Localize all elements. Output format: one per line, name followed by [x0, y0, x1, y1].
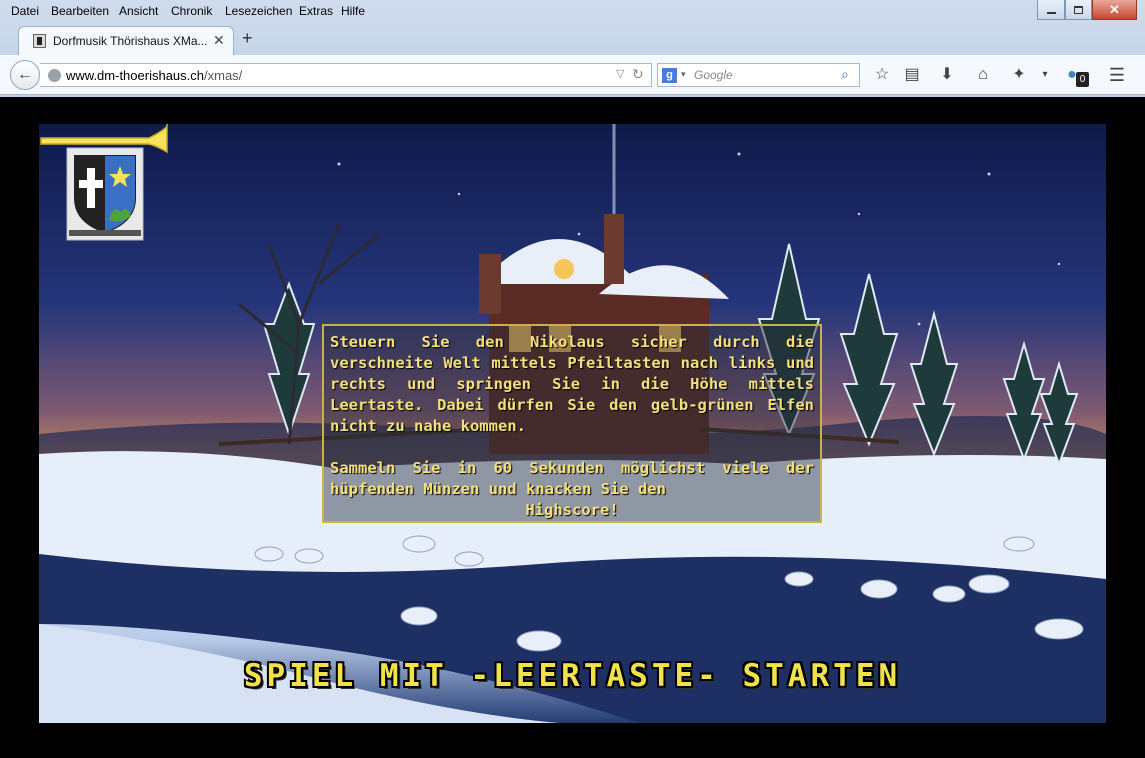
menu-ansicht[interactable]: Ansicht — [119, 4, 158, 18]
extension-dropdown-icon[interactable]: ▾ — [1033, 64, 1057, 86]
menu-bearbeiten[interactable]: Bearbeiten — [51, 4, 109, 18]
minimize-icon — [1046, 11, 1056, 14]
downloads-icon[interactable]: ⬇ — [935, 64, 959, 86]
search-bar[interactable]: g ▾ Google ⌕ — [657, 63, 860, 87]
maximize-button[interactable] — [1065, 0, 1092, 20]
close-button[interactable]: ✕ — [1092, 0, 1137, 20]
menu-chronik[interactable]: Chronik — [171, 4, 212, 18]
menu-hilfe[interactable]: Hilfe — [341, 4, 365, 18]
bookmarks-list-icon[interactable]: ▤ — [900, 64, 924, 86]
tab-title: Dorfmusik Thörishaus XMa... — [53, 34, 208, 48]
search-icon[interactable]: ⌕ — [841, 66, 849, 83]
menu-lesezeichen[interactable]: Lesezeichen — [225, 4, 292, 18]
globe-icon — [48, 69, 61, 82]
url-bar[interactable]: www.dm-thoerishaus.ch/xmas/ ▽ ↻ — [40, 63, 652, 87]
site-favicon-icon — [33, 34, 46, 48]
tab-strip: Dorfmusik Thörishaus XMa... ✕ + — [0, 24, 1145, 55]
close-icon: ✕ — [1109, 1, 1120, 17]
url-text: www.dm-thoerishaus.ch/xmas/ — [66, 68, 242, 83]
minimize-button[interactable] — [1037, 0, 1065, 20]
url-host: www.dm-thoerishaus.ch — [66, 68, 204, 83]
instructions-text-1: Steuern Sie den Nikolaus sicher durch di… — [330, 333, 814, 435]
start-game-prompt: SPIEL MIT -LEERTASTE- STARTEN — [243, 658, 902, 694]
page-content: Steuern Sie den Nikolaus sicher durch di… — [7, 97, 1138, 758]
new-tab-button[interactable]: + — [242, 28, 253, 49]
search-placeholder: Google — [694, 68, 733, 82]
instructions-box: Steuern Sie den Nikolaus sicher durch di… — [322, 324, 822, 523]
google-engine-icon[interactable]: g — [662, 68, 677, 83]
engine-dropdown-icon[interactable]: ▾ — [681, 69, 686, 80]
game-canvas[interactable]: Steuern Sie den Nikolaus sicher durch di… — [39, 124, 1106, 723]
bookmark-star-icon[interactable]: ☆ — [870, 64, 894, 86]
reload-icon[interactable]: ↻ — [632, 66, 644, 83]
dorfmusik-logo — [40, 124, 168, 241]
instructions-highscore: Highscore! — [525, 501, 619, 519]
browser-chrome: Datei Bearbeiten Ansicht Chronik Lesezei… — [0, 0, 1145, 97]
notification-count-badge: 0 — [1076, 72, 1089, 87]
menu-bar: Datei Bearbeiten Ansicht Chronik Lesezei… — [0, 0, 1145, 22]
home-icon[interactable]: ⌂ — [971, 64, 995, 86]
instructions-text-2: Sammeln Sie in 60 Sekunden möglichst vie… — [330, 458, 814, 521]
tab-dorfmusik[interactable]: Dorfmusik Thörishaus XMa... ✕ — [18, 26, 234, 55]
navigation-toolbar: ← www.dm-thoerishaus.ch/xmas/ ▽ ↻ g ▾ Go… — [0, 55, 1145, 95]
menu-extras[interactable]: Extras — [299, 4, 333, 18]
url-history-dropdown-icon[interactable]: ▽ — [616, 67, 624, 80]
tab-close-icon[interactable]: ✕ — [213, 32, 225, 49]
menu-datei[interactable]: Datei — [11, 4, 39, 18]
instructions-text-2a: Sammeln Sie in 60 Sekunden möglichst vie… — [330, 459, 814, 498]
url-path: /xmas/ — [204, 68, 243, 83]
back-arrow-icon: ← — [17, 66, 33, 83]
menu-hamburger-icon[interactable]: ☰ — [1105, 64, 1129, 86]
back-button[interactable]: ← — [10, 60, 40, 90]
extension-icon[interactable]: ✦ — [1007, 64, 1031, 86]
maximize-icon — [1074, 5, 1083, 14]
